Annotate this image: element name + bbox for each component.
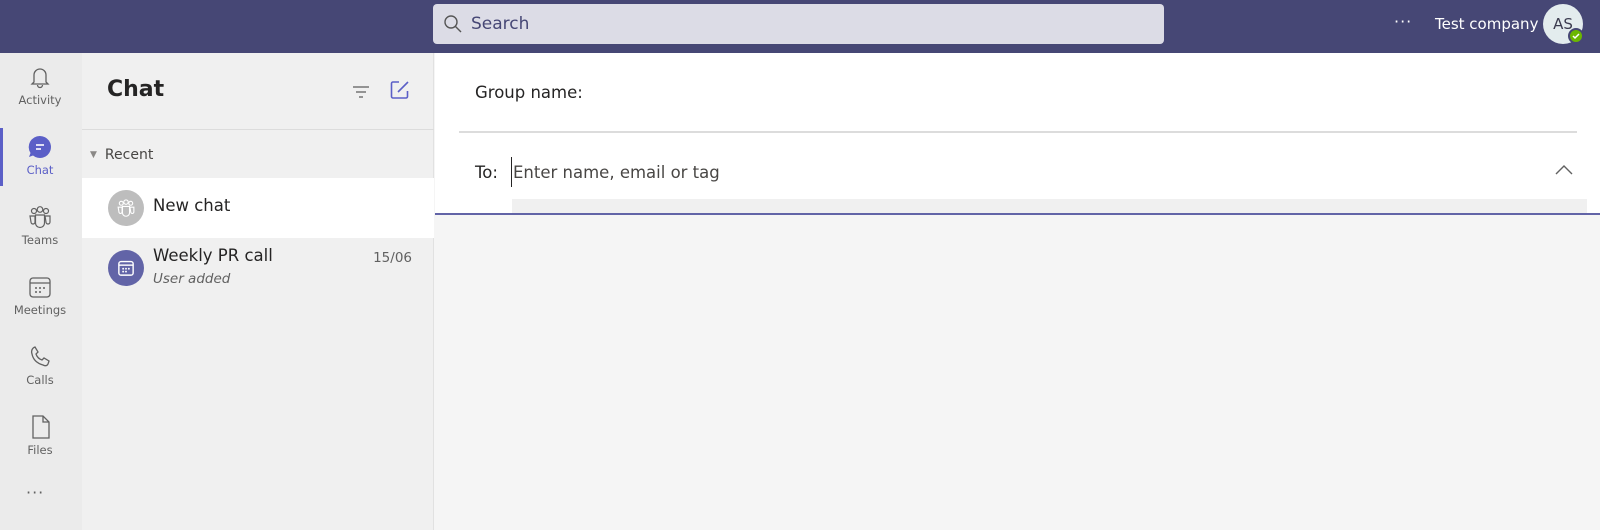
search-placeholder: Search [471,14,530,34]
chat-name: Weekly PR call [153,246,273,265]
teams-icon [29,206,51,229]
divider [82,129,434,130]
caret-down-icon: ▼ [90,150,97,160]
chat-list-pane: Chat ▼ Recent New chat Weekly PR call Us… [82,53,434,530]
chat-item-weekly-pr-call[interactable]: Weekly PR call User added 15/06 [82,238,434,298]
meeting-avatar [108,250,144,286]
rail-label: Teams [21,233,59,247]
rail-label: Activity [18,93,62,107]
calendar-icon [29,277,51,298]
bell-icon [30,68,50,89]
calendar-icon [118,260,134,276]
phone-icon [30,346,50,367]
tenant-name[interactable]: Test company [1435,15,1538,33]
group-avatar [108,190,144,226]
rail-label: Meetings [13,303,67,317]
chat-preview: User added [153,271,231,287]
divider [459,131,1577,133]
rail-item-calls[interactable]: Calls [0,333,80,399]
suggestions-area [512,199,1587,213]
group-icon [117,199,135,217]
status-available-icon [1568,28,1584,44]
rail-label: Chat [26,163,54,177]
search-icon [444,15,462,33]
file-icon [32,415,50,439]
rail-item-activity[interactable]: Activity [0,53,80,119]
chevron-up-icon[interactable] [1553,159,1575,181]
rail-item-chat[interactable]: Chat [0,123,80,189]
chat-icon [28,135,51,158]
top-bar: Search ··· Test company AS [0,0,1600,53]
filter-icon[interactable] [348,79,374,105]
new-chat-icon[interactable] [387,77,413,103]
chat-item-new-chat[interactable]: New chat [82,178,434,238]
rail-label: Files [27,443,53,457]
chat-list-title: Chat [107,77,165,102]
section-recent[interactable]: ▼ Recent [90,147,153,163]
rail-item-files[interactable]: Files [0,403,80,469]
compose-header: Group name: To: [435,53,1600,215]
recipient-input[interactable] [511,157,1411,187]
search-box[interactable]: Search [433,4,1164,44]
rail-item-teams[interactable]: Teams [0,193,80,259]
compose-underline [435,213,1600,215]
chat-name: New chat [153,196,231,215]
more-options-button[interactable]: ··· [1394,12,1412,31]
rail-item-meetings[interactable]: Meetings [0,263,80,329]
more-apps-button[interactable]: ··· [26,483,44,502]
app-rail: Activity Chat Teams Meetings Calls Files… [0,53,82,530]
chat-date: 15/06 [373,250,412,266]
section-label: Recent [104,147,154,163]
group-name-field[interactable]: Group name: [475,83,583,102]
to-label: To: [475,163,498,182]
compose-pane: Group name: To: [435,53,1600,530]
rail-label: Calls [26,373,54,387]
